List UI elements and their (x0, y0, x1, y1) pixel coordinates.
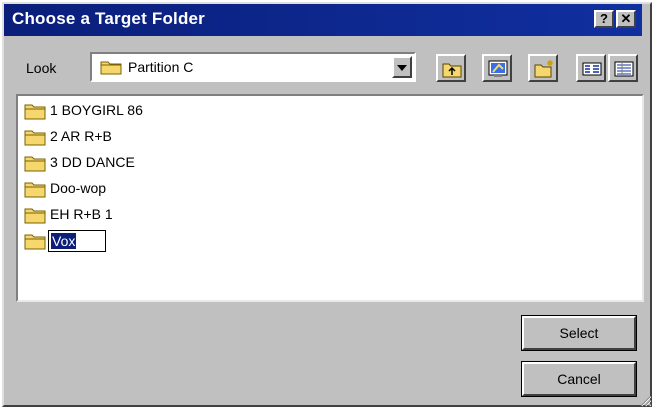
rename-selected-text: Vox (51, 233, 77, 249)
rename-input[interactable]: Vox (48, 230, 106, 252)
folder-icon (24, 208, 46, 224)
up-one-level-button[interactable] (436, 54, 466, 82)
folder-icon (24, 156, 46, 172)
folder-icon (24, 130, 46, 146)
details-view-button[interactable] (608, 54, 638, 82)
title-bar: Choose a Target Folder ? ✕ (4, 4, 642, 36)
folder-icon (24, 104, 46, 120)
details-view-icon (614, 61, 634, 77)
cancel-button[interactable]: Cancel (522, 362, 636, 396)
new-folder-icon (534, 60, 553, 78)
resize-grip-icon[interactable] (638, 393, 652, 407)
folder-name: 2 AR R+B (50, 128, 112, 144)
look-in-value: Partition C (128, 59, 194, 75)
chevron-down-icon[interactable] (392, 56, 412, 78)
new-folder-button[interactable] (528, 54, 558, 82)
desktop-button[interactable] (482, 54, 512, 82)
look-in-dropdown[interactable]: Partition C (90, 52, 416, 82)
desktop-icon (488, 60, 508, 77)
help-button[interactable]: ? (594, 10, 614, 28)
list-view-button[interactable] (576, 54, 606, 82)
folder-icon (24, 234, 46, 250)
folder-name: Doo-wop (50, 180, 107, 196)
folder-icon (24, 182, 46, 198)
close-button[interactable]: ✕ (616, 10, 636, 28)
folder-name: 1 BOYGIRL 86 (50, 102, 143, 118)
folder-icon (100, 59, 122, 80)
folder-name: EH R+B 1 (50, 206, 113, 222)
folder-list[interactable]: 1 BOYGIRL 86 2 AR R+B 3 DD DANCE Doo-wop… (16, 94, 644, 302)
select-button[interactable]: Select (522, 316, 636, 350)
folder-name: 3 DD DANCE (50, 154, 135, 170)
window-title: Choose a Target Folder (12, 9, 206, 28)
list-view-icon (582, 62, 602, 76)
up-folder-icon (442, 63, 462, 78)
look-label: Look (26, 60, 57, 76)
